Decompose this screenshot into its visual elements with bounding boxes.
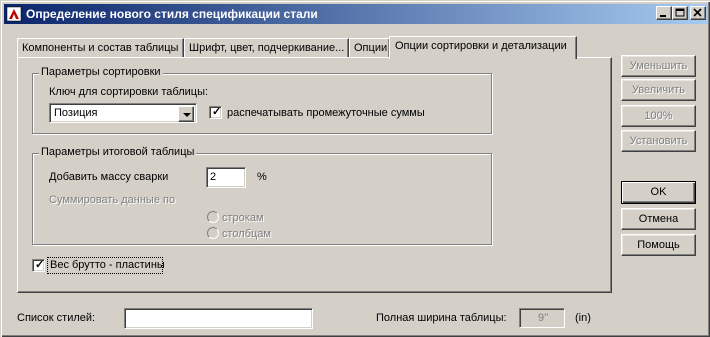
button-label: 100%: [644, 110, 673, 122]
tab-components[interactable]: Компоненты и состав таблицы: [17, 38, 184, 58]
button-label: Помощь: [637, 239, 680, 251]
table-width-unit: (in): [575, 312, 591, 324]
title-bar[interactable]: Определение нового стиля спецификации ст…: [4, 4, 708, 24]
weld-mass-input[interactable]: 2: [206, 167, 246, 188]
close-icon: [693, 8, 702, 17]
maximize-button[interactable]: [672, 6, 688, 20]
decrease-button[interactable]: Уменьшить: [621, 55, 696, 77]
sort-parameters-group: Параметры сортировки Ключ для сортировки…: [32, 66, 492, 134]
button-label: Увеличить: [631, 84, 686, 96]
ok-button[interactable]: OK: [621, 181, 696, 204]
table-width-input[interactable]: 9'': [519, 308, 565, 328]
chevron-down-icon[interactable]: [178, 106, 194, 122]
increase-button[interactable]: Увеличить: [621, 79, 696, 101]
tab-label: Компоненты и состав таблицы: [22, 42, 179, 54]
sort-key-value: Позиция: [54, 107, 98, 119]
tab-options[interactable]: Опции: [349, 38, 390, 58]
group-title: Параметры сортировки: [39, 66, 163, 78]
help-button[interactable]: Помощь: [621, 234, 696, 256]
radio-rows[interactable]: [207, 211, 219, 223]
sum-data-label: Суммировать данные по: [49, 194, 176, 206]
group-title: Параметры итоговой таблицы: [39, 146, 197, 158]
tab-panel: Параметры сортировки Ключ для сортировки…: [17, 57, 612, 293]
button-label: Уменьшить: [629, 60, 688, 72]
weld-mass-label: Добавить массу сварки: [49, 171, 169, 183]
tab-label: Шрифт, цвет, подчеркивание...: [189, 42, 345, 54]
radio-columns[interactable]: [207, 227, 219, 239]
button-label: OK: [650, 186, 667, 198]
subtotals-checkbox[interactable]: ✓: [209, 106, 222, 119]
minimize-button[interactable]: [656, 6, 672, 20]
maximize-icon: [675, 8, 685, 17]
tab-label: Опции: [354, 42, 388, 54]
cancel-button[interactable]: Отмена: [621, 208, 696, 230]
dialog-window: Определение нового стиля спецификации ст…: [0, 0, 710, 337]
checkmark-icon: ✓: [212, 106, 222, 118]
button-label: Установить: [629, 135, 688, 147]
styles-list-label: Список стилей:: [17, 312, 96, 324]
sort-key-label: Ключ для сортировки таблицы:: [49, 86, 209, 98]
weld-mass-value: 2: [210, 171, 217, 183]
tab-font[interactable]: Шрифт, цвет, подчеркивание...: [184, 38, 349, 58]
subtotals-label[interactable]: распечатывать промежуточные суммы: [227, 107, 425, 119]
gross-weight-checkbox[interactable]: ✓: [32, 259, 45, 272]
app-icon: [6, 6, 22, 22]
close-button[interactable]: [690, 6, 706, 20]
styles-list-input[interactable]: [124, 308, 313, 329]
summary-table-group: Параметры итоговой таблицы Добавить масс…: [32, 146, 492, 245]
sort-key-combobox[interactable]: Позиция: [49, 103, 197, 123]
tab-label: Опции сортировки и детализации: [395, 40, 567, 52]
weld-mass-unit: %: [257, 171, 267, 183]
set-button[interactable]: Установить: [621, 130, 696, 152]
gross-weight-label[interactable]: Вес брутто - пластины: [50, 259, 165, 271]
button-label: Отмена: [638, 213, 679, 225]
checkmark-icon: ✓: [35, 259, 45, 271]
table-width-label: Полная ширина таблицы:: [376, 312, 507, 324]
percent-button[interactable]: 100%: [621, 105, 696, 127]
table-width-value: 9'': [538, 312, 549, 324]
window-title: Определение нового стиля спецификации ст…: [26, 7, 318, 21]
radio-columns-label[interactable]: столбцам: [222, 228, 271, 240]
minimize-icon: [660, 15, 666, 17]
tab-sort-options[interactable]: Опции сортировки и детализации: [389, 36, 577, 59]
radio-rows-label[interactable]: строкам: [222, 212, 264, 224]
